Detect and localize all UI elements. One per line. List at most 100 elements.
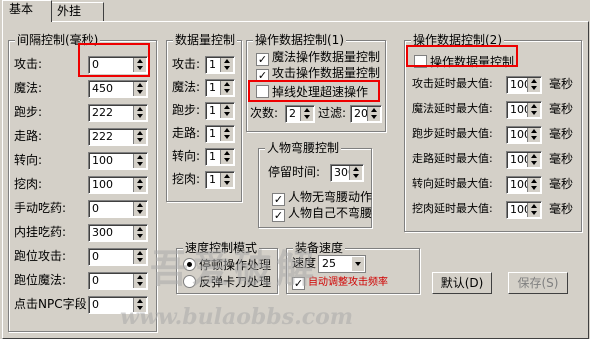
dataqty-group-title: 数据量控制 [173, 33, 238, 47]
dataqty-spinner-value: 1 [209, 173, 216, 186]
equip-speed-title: 装备速度 [293, 241, 346, 255]
interval-spinner[interactable]: 0 [88, 248, 148, 266]
self-no-bend-checkbox[interactable]: ✓ 人物自己不弯腰 [272, 206, 372, 222]
op2-delay-spinner[interactable]: 100 [506, 101, 542, 119]
op2-delay-label: 转向延时最大值: [412, 177, 493, 190]
interval-spinner[interactable]: 100 [88, 152, 148, 170]
spinner-arrows-icon[interactable] [349, 166, 362, 180]
spinner-arrows-icon[interactable] [300, 107, 313, 121]
op2-delay-label: 攻击延时最大值: [412, 77, 493, 90]
stay-time-spinner[interactable]: 300 [330, 164, 364, 182]
interval-spinner[interactable]: 0 [88, 272, 148, 290]
dataqty-spinner-value: 1 [209, 150, 216, 163]
dataqty-label: 挖肉: [172, 172, 201, 186]
interval-spinner[interactable]: 222 [88, 104, 148, 122]
dataqty-spinner[interactable]: 1 [205, 79, 235, 97]
interval-spinner-value: 222 [92, 130, 113, 143]
interval-label: 挖肉: [14, 177, 43, 191]
tab-plugin[interactable]: 外挂 [50, 2, 104, 21]
spinner-arrows-icon[interactable] [527, 203, 540, 217]
op2-delay-spinner[interactable]: 100 [506, 176, 542, 194]
dataqty-spinner-value: 1 [209, 58, 216, 71]
spinner-arrows-icon[interactable] [133, 250, 146, 264]
interval-label: 跑步: [14, 105, 43, 119]
spinner-arrows-icon[interactable] [220, 150, 233, 164]
highlight-box-attack [78, 43, 150, 77]
spinner-arrows-icon[interactable] [133, 298, 146, 312]
dataqty-spinner[interactable]: 1 [205, 148, 235, 166]
interval-spinner-value: 0 [92, 298, 99, 311]
op2-delay-spinner[interactable]: 100 [506, 201, 542, 219]
magic-data-checkbox[interactable]: ✓ 魔法操作数据量控制 [256, 50, 380, 66]
chevron-down-icon[interactable] [352, 257, 364, 271]
spinner-arrows-icon[interactable] [527, 78, 540, 92]
interval-label: 转向: [14, 153, 43, 167]
interval-spinner[interactable]: 222 [88, 128, 148, 146]
times-spinner[interactable]: 2 [285, 105, 315, 123]
op2-delay-spinner[interactable]: 100 [506, 126, 542, 144]
dataqty-label: 攻击: [172, 57, 201, 71]
save-button[interactable]: 保存(S) [508, 272, 568, 294]
auto-adjust-checkbox[interactable]: ✓ 自动调整攻击频率 [292, 276, 388, 290]
op2-delay-spinner[interactable]: 100 [506, 151, 542, 169]
spinner-arrows-icon[interactable] [133, 274, 146, 288]
bounce-radio[interactable]: 反弹卡刀处理 [183, 275, 271, 289]
check-icon: ✓ [292, 277, 305, 290]
interval-spinner[interactable]: 100 [88, 176, 148, 194]
spinner-arrows-icon[interactable] [220, 58, 233, 72]
dataqty-spinner-value: 1 [209, 104, 216, 117]
no-bend-label: 人物无弯腰动作 [288, 190, 373, 204]
no-bend-checkbox[interactable]: ✓ 人物无弯腰动作 [272, 190, 372, 206]
pause-radio[interactable]: 停顿操作处理 [183, 258, 271, 272]
spinner-arrows-icon[interactable] [220, 104, 233, 118]
interval-label: 魔法: [14, 81, 43, 95]
interval-spinner[interactable]: 300 [88, 224, 148, 242]
magic-data-label: 魔法操作数据量控制 [272, 50, 381, 64]
spinner-arrows-icon[interactable] [527, 128, 540, 142]
radio-empty-icon [183, 275, 196, 288]
spinner-arrows-icon[interactable] [527, 153, 540, 167]
filter-spinner[interactable]: 200 [350, 105, 382, 123]
interval-label: 跑位攻击: [14, 249, 67, 263]
interval-spinner[interactable]: 450 [88, 80, 148, 98]
spinner-arrows-icon[interactable] [133, 202, 146, 216]
dataqty-label: 跑步: [172, 103, 201, 117]
filter-label: 过滤: [318, 106, 347, 120]
interval-label: 攻击: [14, 57, 43, 71]
check-icon: ✓ [272, 209, 285, 222]
spinner-arrows-icon[interactable] [220, 127, 233, 141]
check-icon: ✓ [256, 53, 269, 66]
interval-spinner[interactable]: 0 [88, 200, 148, 218]
interval-label: 跑位魔法: [14, 273, 67, 287]
spinner-arrows-icon[interactable] [220, 81, 233, 95]
dataqty-spinner-value: 1 [209, 81, 216, 94]
spinner-arrows-icon[interactable] [133, 178, 146, 192]
interval-label: 走路: [14, 129, 43, 143]
bounce-radio-label: 反弹卡刀处理 [199, 275, 272, 289]
spinner-arrows-icon[interactable] [527, 178, 540, 192]
radio-selected-icon [183, 258, 196, 271]
op2-delay-label: 挖肉延时最大值: [412, 202, 493, 215]
spinner-arrows-icon[interactable] [133, 154, 146, 168]
interval-spinner[interactable]: 0 [88, 296, 148, 314]
speed-select[interactable]: 25 [318, 255, 366, 273]
spinner-arrows-icon[interactable] [133, 106, 146, 120]
default-button[interactable]: 默认(D) [432, 272, 492, 294]
spinner-arrows-icon[interactable] [527, 103, 540, 117]
op2-delay-spinner[interactable]: 100 [506, 76, 542, 94]
dataqty-spinner[interactable]: 1 [205, 125, 235, 143]
op2-unit-label: 毫秒 [549, 127, 574, 141]
auto-adjust-label: 自动调整攻击频率 [308, 277, 388, 288]
dataqty-spinner[interactable]: 1 [205, 171, 235, 189]
dataqty-spinner[interactable]: 1 [205, 56, 235, 74]
spinner-arrows-icon[interactable] [133, 226, 146, 240]
spinner-arrows-icon[interactable] [133, 130, 146, 144]
spinner-arrows-icon[interactable] [220, 173, 233, 187]
spinner-arrows-icon[interactable] [367, 107, 380, 121]
spinner-arrows-icon[interactable] [133, 82, 146, 96]
tab-basic[interactable]: 基本 [2, 0, 52, 22]
check-icon: ✓ [272, 193, 285, 206]
dataqty-spinner[interactable]: 1 [205, 102, 235, 120]
interval-spinner-value: 300 [92, 226, 113, 239]
speed-label: 速度 [292, 256, 317, 270]
